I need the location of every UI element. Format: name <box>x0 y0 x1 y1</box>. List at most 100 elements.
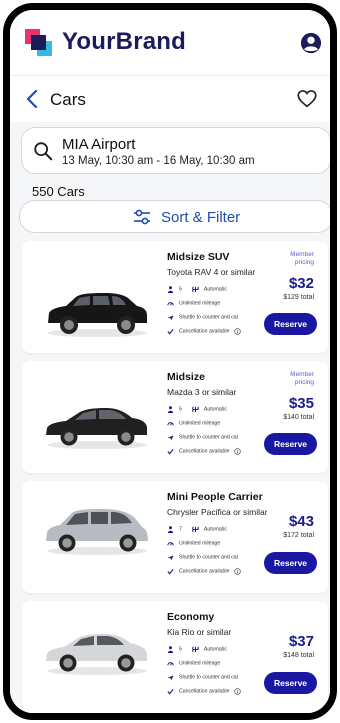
car-class: Economy <box>167 611 215 623</box>
speedometer-icon <box>167 422 174 426</box>
seat-count: 5 <box>179 286 182 293</box>
gearshift-icon <box>192 646 199 653</box>
feature-shuttle: Shuttle to counter and car <box>167 674 238 683</box>
seat-count: 5 <box>179 646 182 653</box>
daily-price: $37 <box>288 633 314 650</box>
page-nav-bar: Cars <box>10 76 330 122</box>
feature-mileage: Unlimited mileage <box>167 660 220 669</box>
airplane-icon <box>167 435 174 441</box>
member-pricing-label: Member pricing <box>290 371 314 386</box>
feature-seats-transmission: 5 Automatic <box>167 286 227 295</box>
sliders-icon <box>134 209 150 225</box>
check-icon <box>167 568 174 575</box>
reserve-button[interactable]: Reserve <box>264 672 317 694</box>
feature-mileage: Unlimited mileage <box>167 300 220 309</box>
search-summary[interactable]: MIA Airport 13 May, 10:30 am - 16 May, 1… <box>21 127 330 174</box>
search-location: MIA Airport <box>62 136 136 153</box>
reserve-button[interactable]: Reserve <box>264 433 317 455</box>
airplane-icon <box>167 315 174 321</box>
person-icon <box>167 526 174 533</box>
cancellation-text: Cancellation available <box>179 448 230 455</box>
mileage-text: Unlimited mileage <box>179 540 221 547</box>
car-model: Mazda 3 or similar <box>167 387 237 397</box>
car-image-sedan <box>46 408 147 449</box>
car-card[interactable]: Economy Kia Rio or similar 5 Automatic Un… <box>22 601 328 713</box>
total-price: $140 total <box>283 414 314 421</box>
feature-seats-transmission: 5 Automatic <box>167 646 227 655</box>
car-image-suv <box>47 293 147 337</box>
person-icon <box>167 286 174 293</box>
chevron-left-icon[interactable] <box>24 88 40 110</box>
car-image-compact <box>46 634 147 675</box>
account-circle-icon[interactable] <box>300 32 322 54</box>
brand-name: YourBrand <box>62 28 187 55</box>
car-card[interactable]: Midsize SUV Toyota RAV 4 or similar 5 Aut… <box>22 241 328 353</box>
brand-header: YourBrand <box>10 10 330 76</box>
transmission: Automatic <box>203 646 227 653</box>
app-screen: YourBrand Cars MIA Airport 13 May, 10:30… <box>10 10 330 713</box>
info-icon[interactable] <box>234 448 241 455</box>
car-model: Chrysler Pacifica or similar <box>167 507 268 517</box>
cancellation-text: Cancellation available <box>179 328 230 335</box>
daily-price: $35 <box>288 395 314 412</box>
shuttle-text: Shuttle to counter and car <box>179 554 239 561</box>
feature-mileage: Unlimited mileage <box>167 420 220 429</box>
daily-price: $32 <box>288 275 314 292</box>
info-icon[interactable] <box>234 328 241 335</box>
car-class: Mini People Carrier <box>167 491 263 503</box>
member-pricing-label: Member pricing <box>290 251 314 266</box>
feature-mileage: Unlimited mileage <box>167 540 220 549</box>
feature-cancellation: Cancellation available <box>167 568 241 577</box>
info-icon[interactable] <box>234 568 241 575</box>
total-price: $129 total <box>283 294 314 301</box>
seat-count: 7 <box>179 526 182 533</box>
reserve-button[interactable]: Reserve <box>264 313 317 335</box>
feature-cancellation: Cancellation available <box>167 448 241 457</box>
search-icon <box>34 142 53 161</box>
feature-shuttle: Shuttle to counter and car <box>167 554 238 563</box>
total-price: $148 total <box>283 652 314 659</box>
sort-filter-button[interactable]: Sort & Filter <box>19 200 330 233</box>
transmission: Automatic <box>203 406 227 413</box>
person-icon <box>167 646 174 653</box>
cancellation-text: Cancellation available <box>179 568 230 575</box>
mileage-text: Unlimited mileage <box>179 300 221 307</box>
car-card[interactable]: Mini People Carrier Chrysler Pacifica or… <box>22 481 328 593</box>
car-image-minivan <box>46 509 148 555</box>
speedometer-icon <box>167 542 174 546</box>
shuttle-text: Shuttle to counter and car <box>179 314 239 321</box>
car-class: Midsize SUV <box>167 251 230 263</box>
heart-icon[interactable] <box>296 88 318 110</box>
shuttle-text: Shuttle to counter and car <box>179 434 239 441</box>
speedometer-icon <box>167 302 174 306</box>
reserve-button[interactable]: Reserve <box>264 552 317 574</box>
person-icon <box>167 406 174 413</box>
result-count: 550 Cars <box>32 184 85 199</box>
gearshift-icon <box>192 286 199 293</box>
speedometer-icon <box>167 662 174 666</box>
airplane-icon <box>167 675 174 681</box>
gearshift-icon <box>192 526 199 533</box>
feature-shuttle: Shuttle to counter and car <box>167 434 238 443</box>
info-icon[interactable] <box>234 688 241 695</box>
feature-cancellation: Cancellation available <box>167 688 241 697</box>
gearshift-icon <box>192 406 199 413</box>
seat-count: 5 <box>179 406 182 413</box>
page-title: Cars <box>50 90 86 109</box>
phone-frame: YourBrand Cars MIA Airport 13 May, 10:30… <box>3 3 337 720</box>
car-model: Toyota RAV 4 or similar <box>167 267 256 277</box>
car-model: Kia Rio or similar <box>167 627 232 637</box>
airplane-icon <box>167 555 174 561</box>
feature-seats-transmission: 7 Automatic <box>167 526 227 535</box>
car-class: Midsize <box>167 371 205 383</box>
transmission: Automatic <box>203 526 227 533</box>
cancellation-text: Cancellation available <box>179 688 230 695</box>
feature-cancellation: Cancellation available <box>167 328 241 337</box>
feature-seats-transmission: 5 Automatic <box>167 406 227 415</box>
check-icon <box>167 688 174 695</box>
sort-filter-label: Sort & Filter <box>161 209 241 226</box>
car-card[interactable]: Midsize Mazda 3 or similar 5 Automatic Un… <box>22 361 328 473</box>
daily-price: $43 <box>288 513 314 530</box>
check-icon <box>167 448 174 455</box>
feature-shuttle: Shuttle to counter and car <box>167 314 238 323</box>
